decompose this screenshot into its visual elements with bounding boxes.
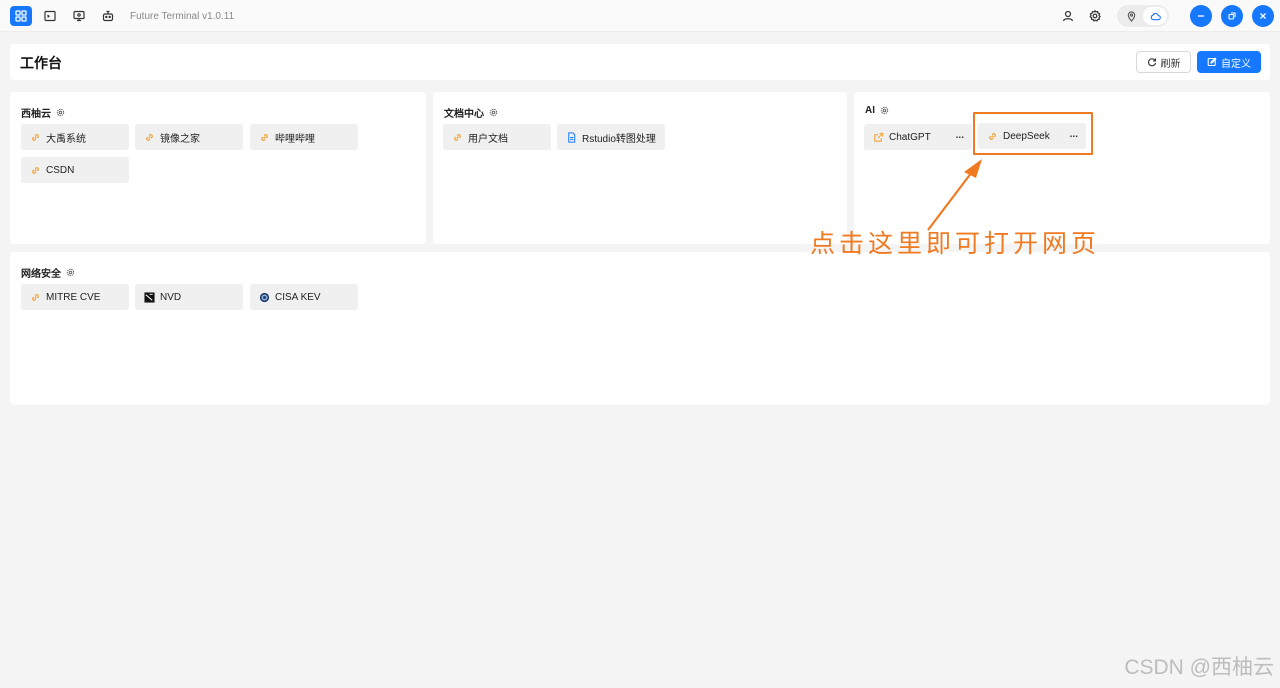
group-title-text: 西柚云: [21, 109, 51, 120]
shortcut-tile[interactable]: 哔哩哔哩: [250, 124, 358, 150]
gear-icon[interactable]: [1084, 5, 1106, 27]
location-icon[interactable]: [1119, 7, 1143, 25]
shortcut-tile[interactable]: 用户文档: [443, 124, 551, 150]
terminal-icon[interactable]: [39, 6, 61, 26]
group-card-security: 网络安全 MITRE CVE NVD CISA KEV: [10, 252, 1270, 405]
shortcut-tile[interactable]: Rstudio转图处理: [557, 124, 665, 150]
link-icon: [30, 165, 41, 176]
title-bar: Future Terminal v1.0.11: [0, 0, 1280, 32]
app-title: Future Terminal v1.0.11: [130, 10, 235, 22]
group-title-text: AI: [865, 105, 875, 116]
group-card-docs: 文档中心 用户文档 Rstudio转图处理: [433, 92, 847, 244]
titlebar-left: Future Terminal v1.0.11: [10, 6, 234, 26]
restore-icon[interactable]: [1221, 5, 1243, 27]
link-icon: [259, 132, 270, 143]
refresh-label: 刷新: [1160, 58, 1181, 70]
shortcut-label: 镜像之家: [160, 133, 200, 145]
shortcut-label: 用户文档: [468, 133, 508, 145]
group-title: 西柚云: [21, 105, 65, 120]
link-icon: [30, 292, 41, 303]
page-title: 工作台: [20, 55, 62, 71]
annotation-text: 点击这里即可打开网页: [810, 229, 1101, 258]
link-icon: [144, 132, 155, 143]
group-settings-icon[interactable]: [56, 108, 65, 117]
user-icon[interactable]: [1057, 5, 1079, 27]
watermark: CSDN @西柚云: [1124, 656, 1274, 679]
cisa-seal-icon: [259, 292, 270, 303]
workspace-header: 工作台 刷新 自定义: [10, 44, 1270, 80]
edit-icon: [1207, 57, 1217, 67]
shortcut-tile[interactable]: 大禹系统: [21, 124, 129, 150]
group-title-text: 文档中心: [444, 109, 484, 120]
shortcut-label: 大禹系统: [46, 133, 86, 145]
monitor-icon[interactable]: [68, 6, 90, 26]
group-card-xiyouyun: 西柚云 大禹系统 镜像之家 哔哩哔哩 CSDN: [10, 92, 426, 244]
group-settings-icon[interactable]: [66, 268, 75, 277]
shortcut-label: 哔哩哔哩: [275, 133, 315, 145]
refresh-button[interactable]: 刷新: [1136, 51, 1191, 73]
close-icon[interactable]: [1252, 5, 1274, 27]
robot-icon[interactable]: [97, 6, 119, 26]
group-settings-icon[interactable]: [489, 108, 498, 117]
more-icon[interactable]: ...: [956, 130, 964, 141]
shortcut-tile[interactable]: CSDN: [21, 157, 129, 183]
shortcut-tile[interactable]: CISA KEV: [250, 284, 358, 310]
nvd-logo-icon: [144, 291, 155, 303]
customize-label: 自定义: [1221, 58, 1251, 70]
shortcut-label: ChatGPT: [889, 131, 931, 143]
link-icon: [30, 132, 41, 143]
titlebar-right: [1057, 5, 1274, 27]
shortcut-tile[interactable]: NVD: [135, 284, 243, 310]
shortcut-label: CSDN: [46, 164, 75, 176]
mode-toggle[interactable]: [1117, 5, 1169, 27]
group-title: AI: [865, 105, 889, 116]
group-settings-icon[interactable]: [880, 106, 889, 115]
customize-button[interactable]: 自定义: [1197, 51, 1261, 73]
cloud-icon[interactable]: [1143, 7, 1167, 25]
document-icon: [566, 131, 577, 143]
shortcut-label: Rstudio转图处理: [582, 133, 656, 145]
refresh-icon: [1147, 58, 1156, 67]
group-title: 网络安全: [21, 265, 75, 280]
shortcut-tile[interactable]: MITRE CVE: [21, 284, 129, 310]
shortcut-label: MITRE CVE: [46, 291, 101, 303]
link-icon: [452, 132, 463, 143]
group-title: 文档中心: [444, 105, 498, 120]
external-link-icon: [873, 132, 884, 143]
highlight-box: [973, 112, 1093, 155]
shortcut-label: NVD: [160, 291, 182, 303]
minimize-icon[interactable]: [1190, 5, 1212, 27]
grid-icon[interactable]: [10, 6, 32, 26]
group-title-text: 网络安全: [21, 269, 61, 280]
shortcut-label: CISA KEV: [275, 291, 321, 303]
shortcut-tile[interactable]: 镜像之家: [135, 124, 243, 150]
shortcut-tile[interactable]: ChatGPT ...: [864, 124, 972, 150]
